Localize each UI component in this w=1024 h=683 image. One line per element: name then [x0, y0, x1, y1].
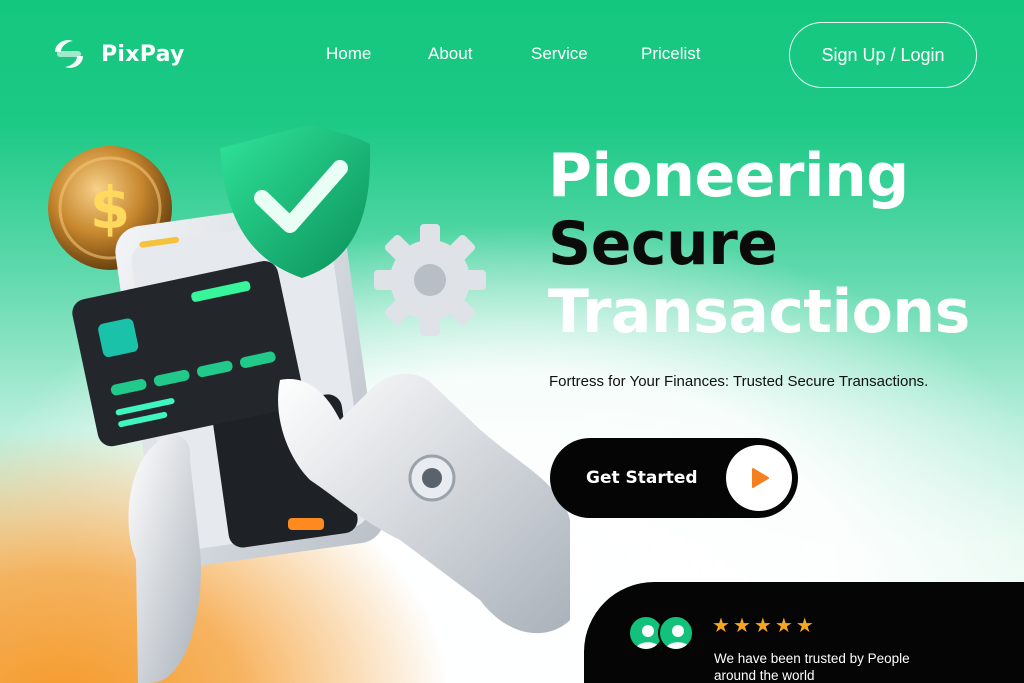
hero-title-line3: Transactions	[548, 277, 970, 347]
get-started-button[interactable]: Get Started	[550, 438, 798, 518]
brand[interactable]: PixPay	[51, 38, 185, 70]
play-icon[interactable]	[726, 445, 792, 511]
star-icon: ★	[795, 613, 814, 637]
avatar	[658, 615, 694, 651]
hero-title: Pioneering Secure Transactions	[548, 142, 970, 346]
star-icon: ★	[774, 613, 793, 637]
star-icon: ★	[732, 613, 751, 637]
hero-subtitle: Fortress for Your Finances: Trusted Secu…	[549, 373, 929, 390]
pixpay-logo-icon	[51, 38, 87, 70]
hero-title-line1: Pioneering	[548, 141, 909, 211]
get-started-label: Get Started	[586, 468, 698, 488]
trust-text: We have been trusted by People around th…	[714, 651, 910, 683]
nav-about[interactable]: About	[428, 44, 472, 64]
gear-icon	[374, 224, 486, 336]
hero-title-line2: Secure	[548, 209, 778, 279]
hero-illustration: $	[40, 120, 580, 683]
nav-home[interactable]: Home	[326, 44, 371, 64]
nav-service[interactable]: Service	[531, 44, 588, 64]
brand-name: PixPay	[101, 41, 185, 67]
avatar-group	[628, 615, 694, 651]
star-icon: ★	[753, 613, 772, 637]
trust-card: ★ ★ ★ ★ ★ We have been trusted by People…	[584, 582, 1024, 683]
star-icon: ★	[712, 613, 730, 637]
nav-pricelist[interactable]: Pricelist	[641, 44, 701, 64]
signup-login-button[interactable]: Sign Up / Login	[789, 22, 977, 88]
svg-text:$: $	[90, 174, 130, 242]
star-rating: ★ ★ ★ ★ ★	[712, 615, 814, 635]
